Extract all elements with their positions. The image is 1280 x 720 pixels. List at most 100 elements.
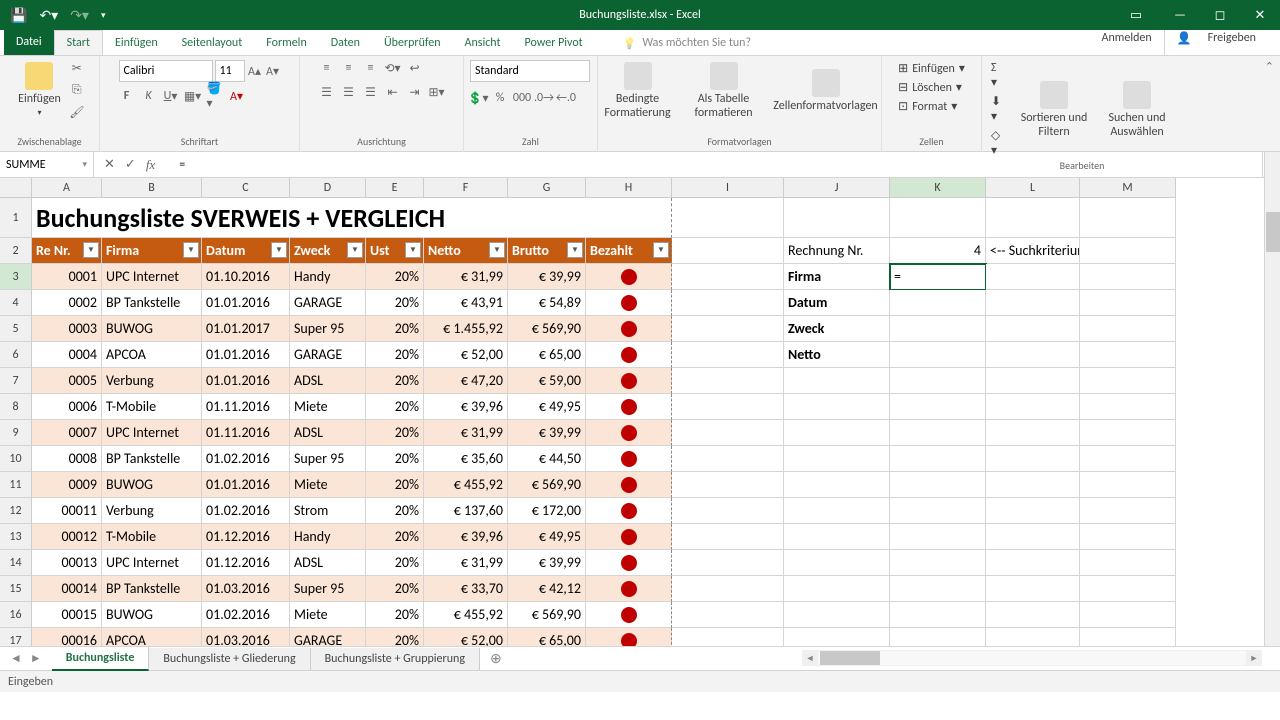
cell-zweck[interactable]: ADSL xyxy=(290,420,366,446)
cell-brutto[interactable]: € 65,00 xyxy=(508,342,586,368)
cell[interactable] xyxy=(672,602,784,628)
cell[interactable] xyxy=(784,446,890,472)
cell[interactable] xyxy=(986,446,1080,472)
cell-zweck[interactable]: Strom xyxy=(290,498,366,524)
cell[interactable] xyxy=(986,368,1080,394)
cell[interactable] xyxy=(784,602,890,628)
cell[interactable] xyxy=(672,472,784,498)
cell-zweck[interactable]: Super 95 xyxy=(290,576,366,602)
percent-icon[interactable]: % xyxy=(492,90,508,106)
row-header-1[interactable]: 1 xyxy=(0,198,32,238)
cell-brutto[interactable]: € 39,99 xyxy=(508,550,586,576)
tab-powerpivot[interactable]: Power Pivot xyxy=(513,31,595,55)
cell-firma[interactable]: BP Tankstelle xyxy=(102,576,202,602)
cell-brutto[interactable]: € 172,00 xyxy=(508,498,586,524)
cell-ust[interactable]: 20% xyxy=(366,342,424,368)
cell-datum[interactable]: 01.01.2017 xyxy=(202,316,290,342)
qat-customize-icon[interactable]: ▾ xyxy=(101,10,106,21)
cell-firma[interactable]: UPC Internet xyxy=(102,420,202,446)
cell[interactable] xyxy=(1080,628,1176,646)
col-header-K[interactable]: K xyxy=(890,178,986,198)
cell[interactable] xyxy=(986,394,1080,420)
cell[interactable] xyxy=(1080,524,1176,550)
font-size-input[interactable] xyxy=(215,60,245,82)
cell[interactable] xyxy=(986,420,1080,446)
cell[interactable] xyxy=(890,446,986,472)
cell-datum[interactable]: 01.02.2016 xyxy=(202,446,290,472)
border-icon[interactable]: ▦▾ xyxy=(185,88,201,104)
cell-firma[interactable]: UPC Internet xyxy=(102,550,202,576)
new-sheet-button[interactable]: ⊕ xyxy=(480,646,512,671)
cell-datum[interactable]: 01.03.2016 xyxy=(202,576,290,602)
cell-datum[interactable]: 01.10.2016 xyxy=(202,264,290,290)
cell-bezahlt[interactable] xyxy=(586,446,672,472)
row-header-3[interactable]: 3 xyxy=(0,264,32,290)
copy-icon[interactable]: ⎘ xyxy=(69,82,85,98)
cell-zweck[interactable]: GARAGE xyxy=(290,290,366,316)
row-header-9[interactable]: 9 xyxy=(0,420,32,446)
cell-nr[interactable]: 0005 xyxy=(32,368,102,394)
cell-nr[interactable]: 00015 xyxy=(32,602,102,628)
cells-format-button[interactable]: ⊡ Format ▾ xyxy=(895,98,968,115)
comma-icon[interactable]: 000 xyxy=(514,90,530,106)
tab-file[interactable]: Datei xyxy=(4,29,54,55)
cell-datum[interactable]: 01.01.2016 xyxy=(202,368,290,394)
col-header-G[interactable]: G xyxy=(508,178,586,198)
cancel-formula-icon[interactable]: ✕ xyxy=(104,157,115,172)
cell[interactable] xyxy=(1080,238,1176,264)
cell[interactable] xyxy=(890,524,986,550)
cell-firma[interactable]: APCOA xyxy=(102,342,202,368)
cell-nr[interactable]: 0008 xyxy=(32,446,102,472)
cell-bezahlt[interactable] xyxy=(586,368,672,394)
cell-netto[interactable]: € 52,00 xyxy=(424,342,508,368)
active-cell-K3[interactable]: = xyxy=(890,264,986,290)
cell-netto[interactable]: € 52,00 xyxy=(424,628,508,646)
cell[interactable] xyxy=(986,498,1080,524)
cell-netto[interactable]: € 33,70 xyxy=(424,576,508,602)
filter-button[interactable]: ▼ xyxy=(405,242,421,258)
cell-nr[interactable]: 0004 xyxy=(32,342,102,368)
cell-brutto[interactable]: € 59,00 xyxy=(508,368,586,394)
close-icon[interactable]: ✕ xyxy=(1240,0,1280,30)
row-header-11[interactable]: 11 xyxy=(0,472,32,498)
cell-zweck[interactable]: GARAGE xyxy=(290,628,366,646)
vertical-scrollbar[interactable] xyxy=(1264,152,1280,668)
cell[interactable] xyxy=(672,290,784,316)
cell[interactable] xyxy=(784,472,890,498)
cell-netto[interactable]: € 455,92 xyxy=(424,472,508,498)
align-top-icon[interactable]: ≡ xyxy=(319,60,335,76)
lookup-label-2[interactable]: Zweck xyxy=(784,316,890,342)
cell-bezahlt[interactable] xyxy=(586,576,672,602)
cell-datum[interactable]: 01.02.2016 xyxy=(202,498,290,524)
col-header-L[interactable]: L xyxy=(986,178,1080,198)
table-header-6[interactable]: Brutto▼ xyxy=(508,238,586,264)
italic-icon[interactable]: K xyxy=(141,88,157,104)
filter-button[interactable]: ▼ xyxy=(271,242,287,258)
cell-ust[interactable]: 20% xyxy=(366,524,424,550)
cell-brutto[interactable]: € 569,90 xyxy=(508,472,586,498)
filter-button[interactable]: ▼ xyxy=(653,242,669,258)
paste-button[interactable]: Einfügen▾ xyxy=(14,60,65,120)
cell[interactable] xyxy=(1080,368,1176,394)
cell-zweck[interactable]: Miete xyxy=(290,472,366,498)
cell[interactable] xyxy=(784,368,890,394)
cell[interactable] xyxy=(890,550,986,576)
cell-bezahlt[interactable] xyxy=(586,602,672,628)
col-header-I[interactable]: I xyxy=(672,178,784,198)
cell[interactable] xyxy=(986,290,1080,316)
cell[interactable] xyxy=(1080,550,1176,576)
cell[interactable] xyxy=(1080,316,1176,342)
cell-brutto[interactable]: € 39,99 xyxy=(508,420,586,446)
cell-netto[interactable]: € 39,96 xyxy=(424,394,508,420)
cell-ust[interactable]: 20% xyxy=(366,290,424,316)
fx-icon[interactable]: fx xyxy=(146,157,163,173)
worksheet-grid[interactable]: ABCDEFGHIJKLM 1234567891011121314151617 … xyxy=(0,178,1280,646)
fill-icon[interactable]: ⬇ ▾ xyxy=(988,93,1004,125)
table-header-2[interactable]: Datum▼ xyxy=(202,238,290,264)
cell-datum[interactable]: 01.11.2016 xyxy=(202,394,290,420)
cell[interactable] xyxy=(890,342,986,368)
cell-datum[interactable]: 01.12.2016 xyxy=(202,524,290,550)
cell[interactable] xyxy=(672,550,784,576)
cell[interactable] xyxy=(986,550,1080,576)
cell[interactable] xyxy=(986,342,1080,368)
